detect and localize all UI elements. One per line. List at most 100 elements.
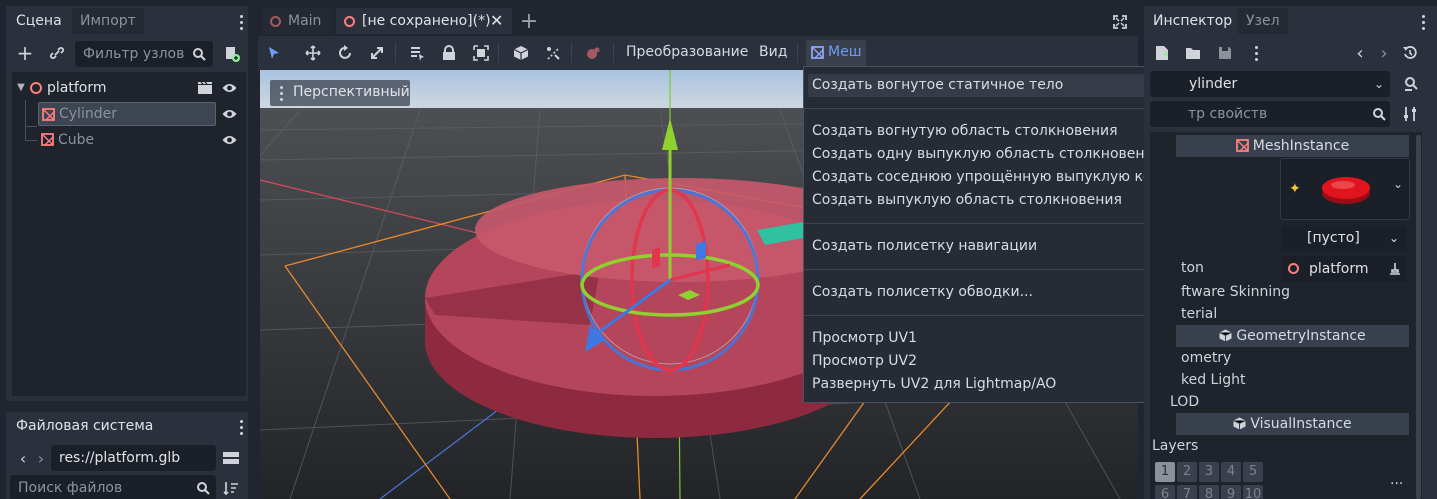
tree-item-platform[interactable]: ▼ platform — [16, 76, 242, 100]
tab-node[interactable]: Узел — [1238, 8, 1288, 34]
group-icon[interactable] — [470, 42, 492, 64]
property-filter-input[interactable]: тр свойств — [1150, 101, 1390, 127]
tab-inspector[interactable]: Инспектор — [1145, 8, 1241, 34]
eye-icon[interactable] — [222, 108, 237, 120]
perspective-button[interactable]: Перспективный — [270, 80, 410, 106]
forward-icon[interactable]: › — [30, 447, 52, 469]
layer-5[interactable]: 5 — [1243, 462, 1263, 482]
tree-guide-branch — [25, 126, 37, 127]
history-back-icon[interactable]: ‹ — [1349, 42, 1371, 64]
menu-item-view-uv2[interactable]: Просмотр UV2 — [812, 350, 1180, 373]
tree-item-cylinder[interactable]: Cylinder — [38, 102, 216, 126]
layer-10[interactable]: 10 — [1243, 485, 1263, 499]
object-search-icon[interactable] — [1400, 73, 1422, 95]
select-tool-icon[interactable] — [263, 42, 285, 64]
filesystem-menu-icon[interactable] — [240, 420, 244, 438]
sort-icon[interactable] — [220, 477, 242, 499]
layer-8[interactable]: 8 — [1199, 485, 1219, 499]
menu-item-unwrap-uv2[interactable]: Развернуть UV2 для Lightmap/AO — [812, 373, 1180, 396]
menu-separator — [804, 223, 1188, 224]
add-tab-icon[interactable]: + — [518, 9, 540, 34]
tab-import[interactable]: Импорт — [72, 8, 144, 34]
skeleton-field[interactable]: platform — [1281, 256, 1407, 282]
tab-filesystem[interactable]: Файловая система — [8, 413, 162, 439]
section-title: GeometryInstance — [1236, 328, 1366, 344]
menu-dots-icon — [280, 86, 284, 104]
menu-item-create-navigation-mesh[interactable]: Создать полисетку навигации — [812, 235, 1180, 258]
save-icon[interactable] — [1214, 42, 1236, 64]
open-folder-icon[interactable] — [1182, 42, 1204, 64]
move-tool-icon[interactable] — [302, 42, 324, 64]
inspector-scrollbar[interactable] — [1416, 135, 1421, 499]
view-menu[interactable]: Вид — [759, 44, 787, 60]
layers-label: Layers — [1152, 438, 1199, 454]
rotate-tool-icon[interactable] — [334, 42, 356, 64]
layers-more-button[interactable]: ... — [1390, 472, 1403, 488]
tree-item-cube[interactable]: Cube — [38, 128, 216, 152]
menu-item-create-simplified-convex-collision[interactable]: Создать соседнюю упрощённую выпуклую кол… — [812, 166, 1207, 189]
mesh-menu-button[interactable]: Меш — [806, 40, 866, 66]
scene-dock-menu-icon[interactable] — [240, 15, 244, 33]
add-node-icon[interactable]: + — [14, 41, 36, 65]
skin-resource-field[interactable]: [пусто] ⌄ — [1281, 225, 1407, 251]
lock-icon[interactable] — [438, 42, 460, 64]
perspective-label: Перспективный — [293, 84, 410, 100]
spatial-node-icon — [270, 16, 281, 27]
clapperboard-icon[interactable] — [198, 82, 212, 94]
object-selector[interactable]: ylinder ⌄ — [1150, 71, 1390, 97]
menu-item-create-trimesh-static-body[interactable]: Создать вогнутое статичное тело — [812, 74, 1180, 97]
scale-tool-icon[interactable] — [366, 42, 388, 64]
snap-icon[interactable] — [510, 42, 532, 64]
split-view-icon[interactable] — [220, 447, 242, 469]
clear-icon[interactable] — [1389, 262, 1401, 275]
layer-7[interactable]: 7 — [1177, 485, 1197, 499]
section-title: MeshInstance — [1252, 138, 1350, 154]
tab-label: Main — [288, 13, 322, 29]
layer-9[interactable]: 9 — [1221, 485, 1241, 499]
history-icon[interactable] — [1399, 42, 1421, 64]
section-geometry-instance[interactable]: GeometryInstance — [1176, 325, 1409, 347]
toolbar-separator — [613, 43, 614, 63]
tab-main-scene[interactable]: Main — [262, 8, 332, 34]
tools-icon[interactable] — [1400, 103, 1422, 125]
filesystem-path-input[interactable]: res://platform.glb — [51, 445, 216, 471]
section-visual-instance[interactable]: VisualInstance — [1176, 413, 1409, 435]
layer-4[interactable]: 4 — [1221, 462, 1241, 482]
link-icon[interactable] — [46, 42, 68, 64]
menu-item-create-multiple-convex-collision[interactable]: Создать выпуклую область столкновения — [812, 189, 1180, 212]
fullscreen-icon[interactable] — [1109, 11, 1131, 33]
local-space-icon[interactable] — [542, 42, 564, 64]
layer-6[interactable]: 6 — [1155, 485, 1175, 499]
tree-item-label: Cylinder — [59, 106, 117, 122]
skeleton-value: platform — [1309, 261, 1369, 277]
chevron-down-icon[interactable]: ▼ — [16, 76, 26, 100]
resource-menu-icon[interactable] — [1255, 46, 1259, 64]
close-icon[interactable]: ✕ — [490, 8, 503, 34]
layer-1[interactable]: 1 — [1155, 462, 1175, 482]
eye-icon[interactable] — [222, 134, 237, 146]
menu-item-create-trimesh-collision[interactable]: Создать вогнутую область столкновения — [812, 120, 1180, 143]
baked-light-label: ked Light — [1181, 372, 1246, 388]
spatial-node-icon — [344, 16, 355, 27]
layer-2[interactable]: 2 — [1177, 462, 1197, 482]
toolbar-separator — [571, 43, 572, 63]
new-resource-icon[interactable] — [1151, 42, 1173, 64]
inspector-menu-icon[interactable] — [1422, 15, 1426, 33]
menu-item-view-uv1[interactable]: Просмотр UV1 — [812, 327, 1180, 350]
particles-icon[interactable] — [582, 42, 604, 64]
tab-scene[interactable]: Сцена — [8, 8, 70, 34]
chevron-down-icon[interactable]: ⌄ — [1393, 177, 1403, 191]
menu-item-create-single-convex-collision[interactable]: Создать одну выпуклую область столкновен… — [812, 143, 1180, 166]
transform-menu[interactable]: Преобразование — [626, 44, 748, 60]
history-forward-icon[interactable]: › — [1373, 42, 1395, 64]
instance-scene-icon[interactable] — [221, 43, 243, 65]
mesh-preview-image — [1322, 177, 1370, 204]
layer-3[interactable]: 3 — [1199, 462, 1219, 482]
menu-item-create-outline-mesh[interactable]: Создать полисетку обводки... — [812, 281, 1180, 304]
tab-unsaved-scene[interactable]: [не сохранено](*) ✕ — [336, 8, 512, 34]
section-mesh-instance[interactable]: MeshInstance — [1176, 135, 1409, 157]
list-select-icon[interactable] — [406, 42, 428, 64]
mesh-resource-preview[interactable]: ✦ ⌄ — [1280, 158, 1410, 220]
eye-icon[interactable] — [222, 82, 237, 94]
file-search-input[interactable]: Поиск файлов — [10, 475, 216, 499]
